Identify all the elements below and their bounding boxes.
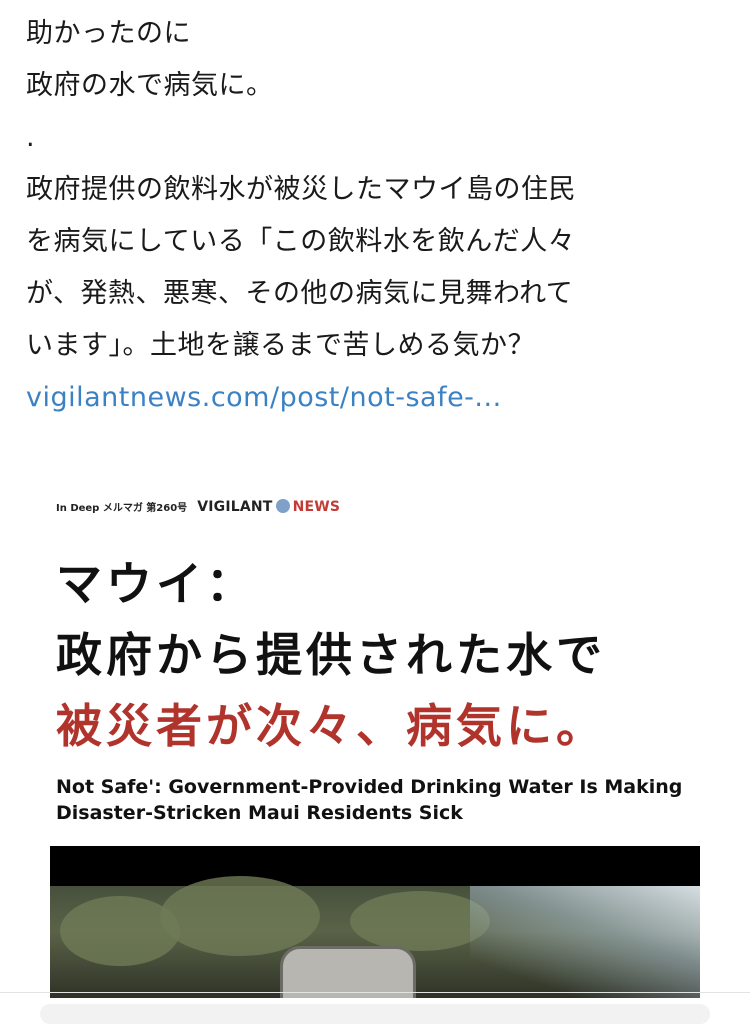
headline-line-3: 被災者が次々、病気に。 [56,699,606,753]
post-line-1: 助かったのに [26,18,191,49]
brand-logo: VIGILANT NEWS [197,497,340,515]
post-text: 助かったのに 政府の水で病気に。 . 政府提供の飲料水が被災したマウイ島の住民 … [26,8,726,424]
english-subtitle: Not Safe': Government-Provided Drinking … [56,776,683,824]
photo-top-bar [50,846,700,886]
card-header: In Deep メルマガ 第260号 VIGILANT NEWS [56,496,340,516]
bottom-bar [40,1004,710,1024]
link-preview-card[interactable]: In Deep メルマガ 第260号 VIGILANT NEWS マウイ： 政府か… [30,478,720,998]
article-photo [50,846,700,998]
post-line-2: 政府の水で病気に。 [26,70,274,101]
water-pot-shape [280,946,416,998]
brand-name-vigilant: VIGILANT [197,499,273,515]
post-line-3: . [26,122,36,153]
globe-icon [275,499,290,513]
divider [0,992,750,993]
article-link[interactable]: vigilantnews.com/post/not-safe-... [26,372,726,424]
post-line-4: 政府提供の飲料水が被災したマウイ島の住民 [26,174,576,205]
headline-line-1: マウイ： [56,557,256,611]
headline-line-2: 政府から提供された水で [56,628,606,682]
newsletter-label: In Deep メルマガ 第260号 [56,502,188,514]
photo-image [50,876,700,998]
post-line-5: を病気にしている「この飲料水を飲んだ人々 [26,226,576,257]
post-line-7: います」。土地を譲るまで苦しめる気か？ [26,330,535,361]
post-line-6: が、発熱、悪寒、その他の病気に見舞われて [26,278,574,309]
brand-name-news: NEWS [292,499,341,515]
sunlight-glare [470,886,700,998]
